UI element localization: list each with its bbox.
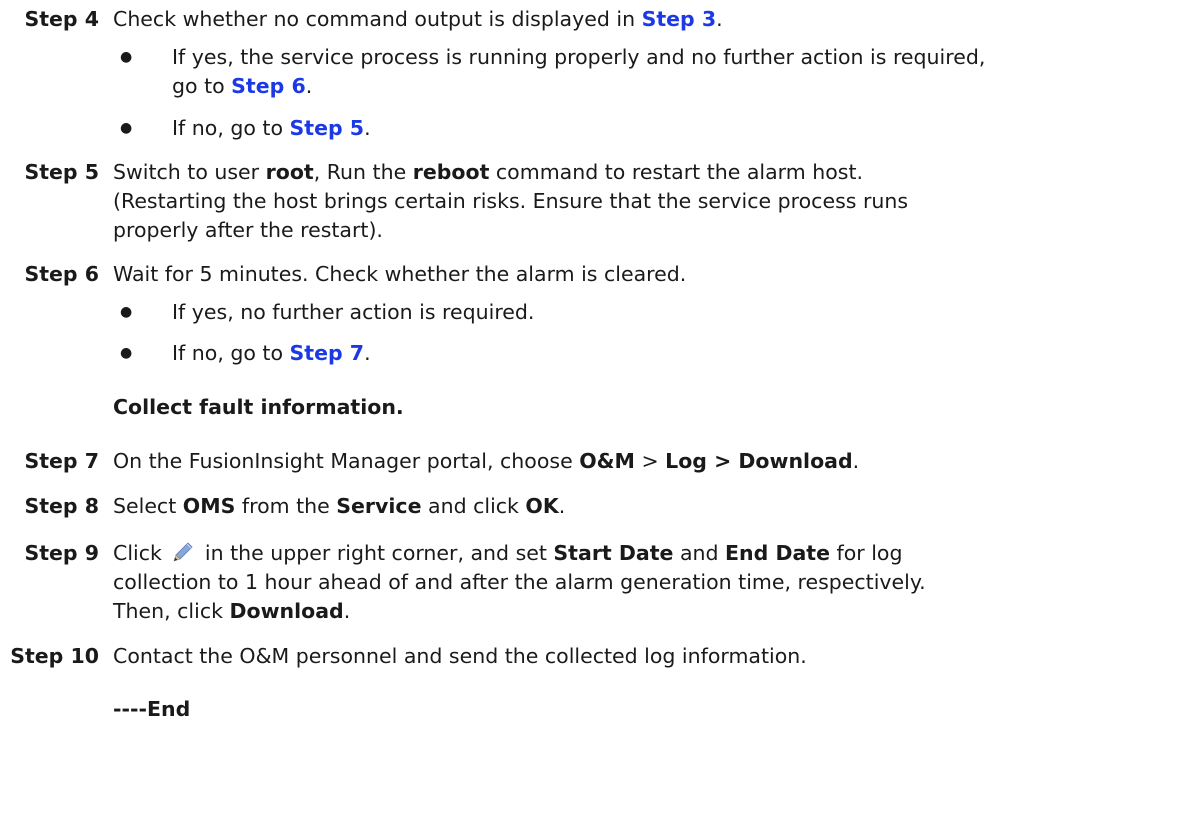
step-7-label: Step 7: [24, 449, 99, 473]
step-9-text: Click in the upper right corner, and set…: [113, 541, 903, 565]
step-8-text: Select OMS from the Service and click OK…: [113, 494, 566, 518]
step-6-text: Wait for 5 minutes. Check whether the al…: [113, 262, 687, 286]
step-9-text-line3: Then, click Download.: [113, 599, 351, 623]
step-6-bullet-no: If no, go to Step 7.: [172, 341, 371, 365]
section-heading: Collect fault information.: [113, 395, 404, 419]
step-5-link[interactable]: Step 5: [290, 116, 365, 140]
step-10-text: Contact the O&M personnel and send the c…: [113, 644, 807, 668]
bullet: ●: [120, 120, 133, 136]
step-9-label: Step 9: [24, 541, 99, 565]
step-7-text: On the FusionInsight Manager portal, cho…: [113, 449, 860, 473]
step-4-label: Step 4: [24, 7, 99, 31]
step-4-bullet-yes: If yes, the service process is running p…: [172, 45, 986, 69]
step-10-label: Step 10: [10, 644, 99, 668]
step-3-link[interactable]: Step 3: [642, 7, 717, 31]
step-9-text-line2: collection to 1 hour ahead of and after …: [113, 570, 926, 594]
step-8-label: Step 8: [24, 494, 99, 518]
bullet: ●: [120, 49, 133, 65]
bullet: ●: [120, 345, 133, 361]
end-marker: ----End: [113, 697, 191, 721]
step-4-bullet-no: If no, go to Step 5.: [172, 116, 371, 140]
pencil-icon: [172, 541, 194, 563]
step-5-text-line3: properly after the restart).: [113, 218, 383, 242]
step-7-link[interactable]: Step 7: [290, 341, 365, 365]
bullet: ●: [120, 304, 133, 320]
step-5-text-line2: (Restarting the host brings certain risk…: [113, 189, 909, 213]
step-5-text: Switch to user root, Run the reboot comm…: [113, 160, 863, 184]
step-5-label: Step 5: [24, 160, 99, 184]
step-6-link[interactable]: Step 6: [231, 74, 306, 98]
step-6-label: Step 6: [24, 262, 99, 286]
step-4-bullet-yes-cont: go to Step 6.: [172, 74, 313, 98]
step-4-text: Check whether no command output is displ…: [113, 7, 723, 31]
step-6-bullet-yes: If yes, no further action is required.: [172, 300, 535, 324]
